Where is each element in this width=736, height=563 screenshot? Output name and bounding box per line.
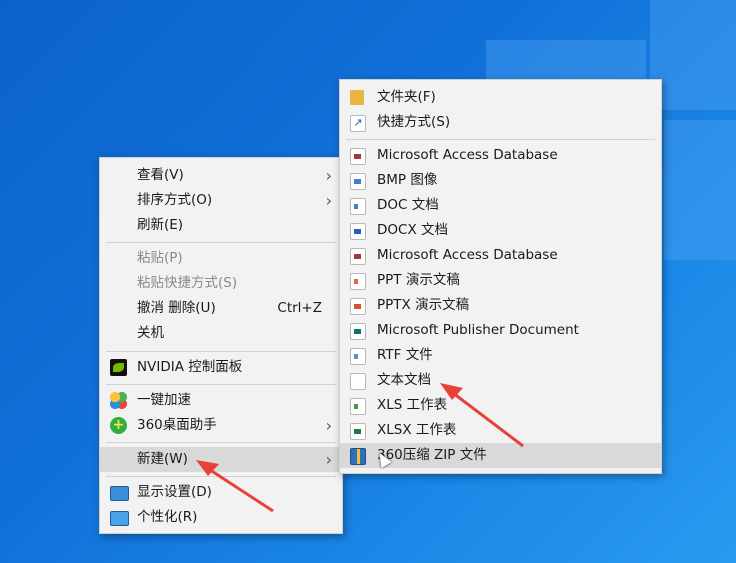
annotation-arrows [196,383,524,513]
annotation-arrow-text-document [440,383,524,448]
annotation-arrow-new [196,460,274,513]
